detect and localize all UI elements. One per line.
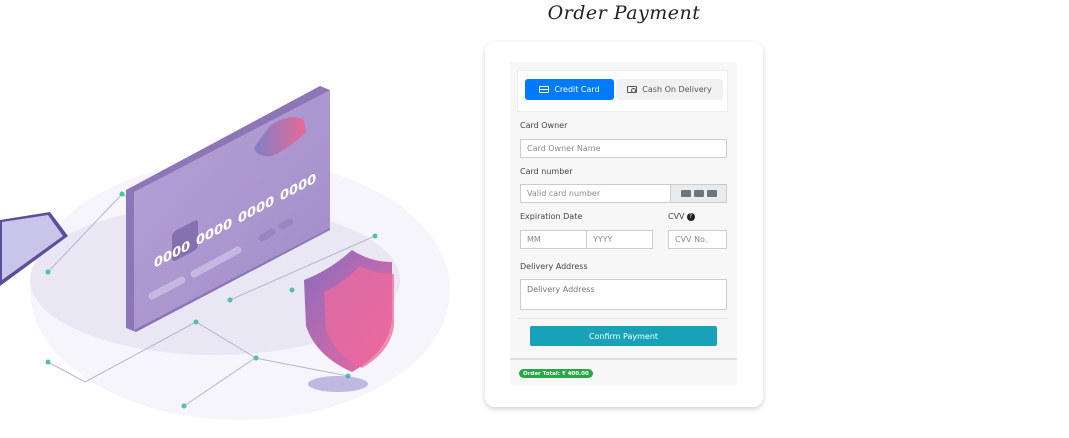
tab-cash-on-delivery[interactable]: Cash On Delivery: [616, 79, 723, 100]
card-brands: [671, 184, 727, 203]
payment-card: Credit Card Cash On Delivery Card Owner …: [485, 42, 763, 407]
payment-illustration: 0000 0000 0000 0000: [0, 86, 450, 420]
page: 0000 0000 0000 0000 Order Payment Credit…: [0, 0, 1069, 438]
delivery-address-label: Delivery Address: [520, 262, 588, 271]
cvv-label: CVV: [668, 212, 685, 221]
divider: [517, 318, 728, 319]
tab-cash-label: Cash On Delivery: [642, 85, 712, 94]
credit-card-icon: [539, 86, 550, 93]
cvv-input[interactable]: CVV No.: [668, 230, 727, 249]
card-number-input[interactable]: Valid card number: [520, 184, 671, 203]
expiry-year-input[interactable]: YYYY: [586, 230, 653, 249]
visa-icon: [680, 190, 691, 197]
cvv-label-wrap: CVV?: [668, 212, 695, 221]
confirm-payment-button[interactable]: Confirm Payment: [530, 326, 717, 346]
amex-icon: [693, 190, 704, 197]
expiry-month-input[interactable]: MM: [520, 230, 587, 249]
card-number-label: Card number: [520, 167, 573, 176]
tab-credit-card-label: Credit Card: [554, 85, 600, 94]
mastercard-icon: [706, 190, 717, 197]
cash-icon: [627, 86, 638, 93]
tab-credit-card[interactable]: Credit Card: [525, 79, 614, 100]
card-owner-label: Card Owner: [520, 121, 568, 130]
order-total-badge: Order Total: ₹ 400.00: [519, 369, 593, 378]
card-owner-input[interactable]: Card Owner Name: [520, 139, 727, 158]
page-title: Order Payment: [547, 2, 701, 24]
footer-divider: [510, 358, 737, 360]
payment-panel: Credit Card Cash On Delivery Card Owner …: [510, 62, 737, 385]
expiration-label: Expiration Date: [520, 212, 583, 221]
delivery-address-input[interactable]: [520, 279, 727, 310]
question-circle-icon[interactable]: ?: [686, 212, 695, 221]
payment-method-tabs: Credit Card Cash On Delivery: [517, 70, 728, 112]
